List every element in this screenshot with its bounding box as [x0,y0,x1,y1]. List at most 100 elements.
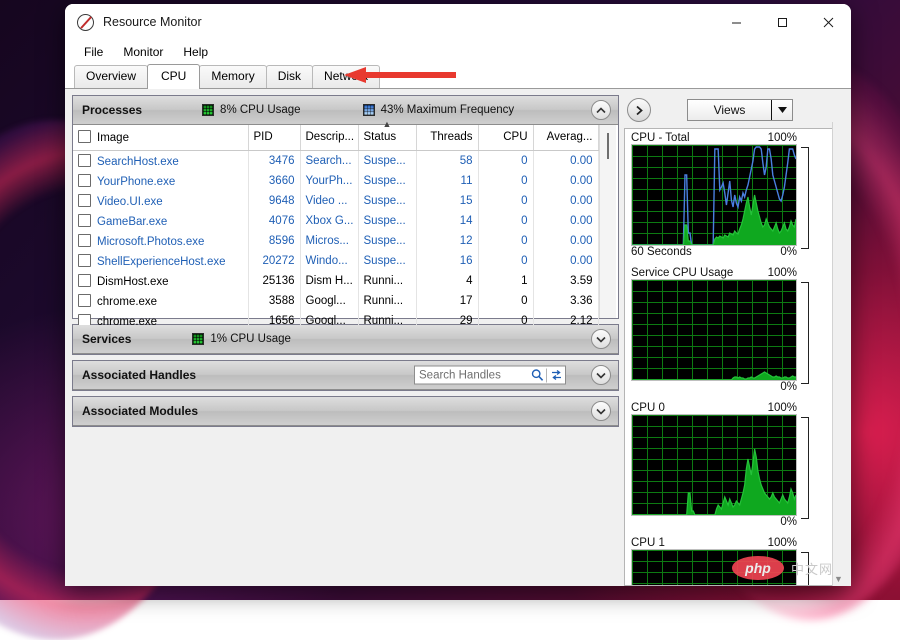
chart-cpu-0-svg [632,415,796,515]
tab-overview[interactable]: Overview [74,65,149,88]
tab-cpu[interactable]: CPU [147,64,201,89]
scroll-down-arrow-icon[interactable]: ▼ [834,574,843,584]
menu-bar: File Monitor Help [65,40,851,63]
cell-pid: 20272 [248,251,301,271]
table-row[interactable]: YourPhone.exe 3660 YourPh... Suspe... 11 0 0.0… [73,171,599,191]
cell-pid: 3476 [248,150,301,171]
table-row[interactable]: ShellExperienceHost.exe 20272 Windo... Susp… [73,251,599,271]
close-button[interactable] [805,4,851,40]
cell-average: 3.59 [533,271,599,291]
chart-cpu-0-plot [631,414,797,516]
cell-threads: 15 [416,191,479,211]
processes-scrollbar[interactable] [598,125,616,318]
row-checkbox[interactable] [78,154,91,167]
close-icon [823,17,833,27]
chevron-down-icon[interactable] [772,107,792,113]
search-handles-input[interactable] [415,369,528,381]
maximize-button[interactable] [759,4,805,40]
chart-cpu-total-svg [632,145,796,245]
row-checkbox[interactable] [78,274,91,287]
associated-modules-header[interactable]: Associated Modules [73,397,618,426]
blue-swatch-icon [362,104,375,116]
cell-image: Microsoft.Photos.exe [73,231,249,251]
search-handles-box[interactable] [414,365,566,385]
select-all-checkbox[interactable] [78,130,91,143]
row-checkbox[interactable] [78,294,91,307]
associated-handles-header[interactable]: Associated Handles [73,361,618,390]
cell-status: Runni... [358,271,417,291]
cell-threads: 12 [416,231,479,251]
tab-disk[interactable]: Disk [265,65,314,88]
services-expand-button[interactable] [591,329,611,349]
table-row[interactable]: GameBar.exe 4076 Xbox G... Suspe... 14 0 0.00 [73,211,599,231]
column-header-threads[interactable]: Threads [416,125,479,151]
views-button-label: Views [713,103,746,117]
cell-cpu: 0 [478,211,534,231]
tab-memory[interactable]: Memory [199,65,267,88]
table-row[interactable]: SearchHost.exe 3476 Search... Suspe... 58 0 0.… [73,150,599,171]
cell-threads: 16 [416,251,479,271]
row-checkbox[interactable] [78,254,91,267]
column-header-cpu[interactable]: CPU [478,125,534,151]
processes-header[interactable]: Processes 8% CPU Usage 43% Maximum Frequ… [73,96,618,125]
cell-cpu: 0 [478,150,534,171]
cell-pid: 3660 [248,171,301,191]
menu-file[interactable]: File [75,43,112,61]
column-header-average[interactable]: Averag... [533,125,599,151]
services-header[interactable]: Services 1% CPU Usage [73,325,618,354]
cell-status: Suspe... [358,231,417,251]
table-row[interactable]: chrome.exe 3588 Googl... Runni... 17 0 3.36 [73,291,599,311]
chart-cpu-1-title: CPU 1 [631,537,665,549]
views-button[interactable]: Views [687,99,793,121]
chart-service-cpu-ymin: 0% [780,381,797,393]
row-checkbox[interactable] [78,174,91,187]
refresh-icon[interactable] [547,369,565,382]
red-arrow-annotation [344,67,456,83]
chart-cpu-total-ymin: 0% [780,246,797,258]
right-pane-scrollbar[interactable]: ▼ [832,122,847,586]
chart-service-cpu-usage: Service CPU Usage 100% 0% [631,267,847,399]
chart-cpu-total-ymax: 100% [767,132,797,144]
column-header-pid[interactable]: PID [248,125,301,151]
table-row[interactable]: Video.UI.exe 9648 Video ... Suspe... 15 0 0.00 [73,191,599,211]
services-cpu-legend: 1% CPU Usage [192,333,291,345]
menu-help[interactable]: Help [174,43,217,61]
expand-panel-button[interactable] [627,98,651,122]
processes-collapse-button[interactable] [591,100,611,120]
row-checkbox[interactable] [78,214,91,227]
row-checkbox[interactable] [78,194,91,207]
cell-cpu: 0 [478,251,534,271]
cell-threads: 17 [416,291,479,311]
associated-handles-expand-button[interactable] [591,365,611,385]
cell-threads: 11 [416,171,479,191]
table-row[interactable]: Microsoft.Photos.exe 8596 Micros... Suspe..… [73,231,599,251]
scrollbar-thumb[interactable] [606,133,609,159]
row-checkbox[interactable] [78,234,91,247]
cell-pid: 4076 [248,211,301,231]
search-icon[interactable] [528,369,546,382]
chart-service-cpu-ymax: 100% [767,267,797,279]
processes-cpu-legend: 8% CPU Usage [202,104,301,116]
cell-status: Suspe... [358,251,417,271]
menu-monitor[interactable]: Monitor [114,43,172,61]
column-header-status[interactable]: ▲ Status [358,119,417,151]
cell-pid: 8596 [248,231,301,251]
minimize-button[interactable] [713,4,759,40]
column-header-image[interactable]: Image [73,125,249,151]
minimize-icon [731,22,741,23]
associated-modules-expand-button[interactable] [591,401,611,421]
cell-description: Xbox G... [300,211,359,231]
maximize-icon [777,17,787,27]
cell-description: Video ... [300,191,359,211]
resource-monitor-icon [77,13,94,31]
table-row[interactable]: DismHost.exe 25136 Dism H... Runni... 4 1 3.59 [73,271,599,291]
cell-threads: 4 [416,271,479,291]
window-title: Resource Monitor [103,15,202,29]
column-header-description[interactable]: Descrip... [300,125,359,151]
cell-description: YourPh... [300,171,359,191]
chevron-down-icon [596,372,606,379]
chart-cpu-1: CPU 1 100% [631,537,847,585]
cell-image: GameBar.exe [73,211,249,231]
chart-grid [632,550,796,585]
cell-average: 0.00 [533,171,599,191]
